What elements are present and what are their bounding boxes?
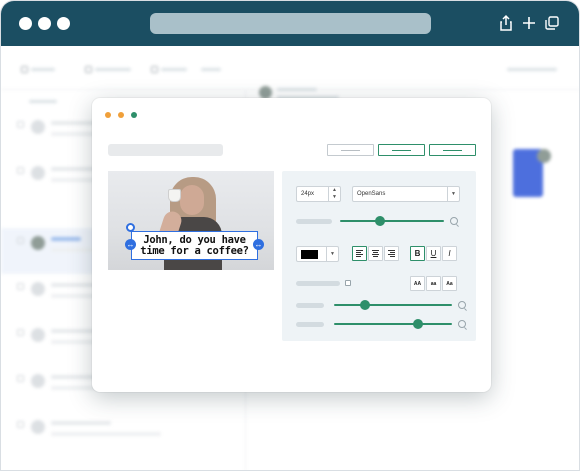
reset-icon[interactable]	[450, 217, 458, 225]
lowercase-button[interactable]: aa	[426, 276, 441, 291]
font-size-field[interactable]: 24px ▲ ▼	[296, 186, 341, 202]
align-right-button[interactable]	[384, 246, 399, 261]
background-tool	[85, 65, 131, 73]
slider-3[interactable]	[334, 318, 452, 330]
background-text	[507, 68, 557, 71]
font-size-value: 24px	[301, 191, 315, 197]
background-tool	[21, 65, 55, 73]
setting-label	[296, 322, 324, 327]
caption-text: John, do you have time for a coffee?	[140, 233, 249, 257]
rotate-handle[interactable]	[126, 223, 135, 232]
list-item	[1, 412, 246, 458]
color-swatch	[301, 250, 318, 259]
slider-thumb[interactable]	[412, 319, 423, 329]
align-left-button[interactable]	[352, 246, 367, 261]
slider-track[interactable]	[340, 220, 444, 222]
background-tool	[151, 65, 187, 73]
window-minimize-dot[interactable]	[38, 17, 51, 30]
font-family-value: OpenSans	[357, 191, 386, 197]
background-toolbar	[1, 46, 579, 99]
text-color-picker[interactable]: ▼	[296, 246, 339, 262]
toolbar-button-2[interactable]	[378, 144, 425, 156]
editor-title-placeholder	[108, 144, 223, 156]
align-center-button[interactable]	[368, 246, 383, 261]
font-size-stepper[interactable]: ▲ ▼	[328, 187, 340, 201]
browser-window: John, do you have time for a coffee? ↔ ↔…	[0, 0, 580, 471]
text-settings-panel: 24px ▲ ▼ OpenSans ▼ ▼ B U I AA aa Aa	[282, 171, 476, 341]
setting-label	[296, 219, 332, 224]
editor-window-dot[interactable]	[131, 112, 137, 118]
coffee-cup	[168, 189, 181, 202]
setting-label	[296, 281, 340, 286]
caption-editor-window: John, do you have time for a coffee? ↔ ↔…	[92, 98, 491, 392]
photo-subject-face	[180, 185, 204, 215]
resize-handle-left[interactable]: ↔	[125, 239, 136, 250]
toolbar-button-1[interactable]	[327, 144, 374, 156]
option-checkbox[interactable]	[345, 280, 351, 286]
setting-label	[296, 303, 324, 308]
window-close-dot[interactable]	[19, 17, 32, 30]
caption-text-box[interactable]: John, do you have time for a coffee?	[131, 231, 258, 260]
background-tool	[201, 65, 221, 73]
capitalize-button[interactable]: Aa	[442, 276, 457, 291]
italic-button[interactable]: I	[442, 246, 457, 261]
reset-icon[interactable]	[458, 320, 466, 328]
background-text	[277, 88, 317, 91]
slider-track[interactable]	[334, 304, 452, 306]
tabs-icon[interactable]	[543, 14, 561, 32]
toolbar-button-3[interactable]	[429, 144, 476, 156]
plus-icon[interactable]	[520, 14, 538, 32]
slider-track[interactable]	[334, 323, 452, 325]
editor-window-dot[interactable]	[118, 112, 124, 118]
slider-1[interactable]	[340, 215, 444, 227]
slider-2[interactable]	[334, 299, 452, 311]
slider-thumb[interactable]	[359, 300, 370, 310]
background-avatar	[537, 149, 551, 163]
slider-thumb[interactable]	[374, 216, 385, 226]
background-text	[29, 100, 57, 103]
chevron-down-icon: ▼	[447, 187, 459, 201]
browser-titlebar	[1, 1, 579, 46]
underline-button[interactable]: U	[426, 246, 441, 261]
address-bar[interactable]	[150, 13, 431, 34]
bold-button[interactable]: B	[410, 246, 425, 261]
window-zoom-dot[interactable]	[57, 17, 70, 30]
editor-window-dot[interactable]	[105, 112, 111, 118]
reset-icon[interactable]	[458, 301, 466, 309]
uppercase-button[interactable]: AA	[410, 276, 425, 291]
chevron-down-icon: ▼	[326, 247, 338, 261]
resize-handle-right[interactable]: ↔	[253, 239, 264, 250]
share-icon[interactable]	[497, 14, 515, 32]
font-family-select[interactable]: OpenSans ▼	[352, 186, 460, 202]
